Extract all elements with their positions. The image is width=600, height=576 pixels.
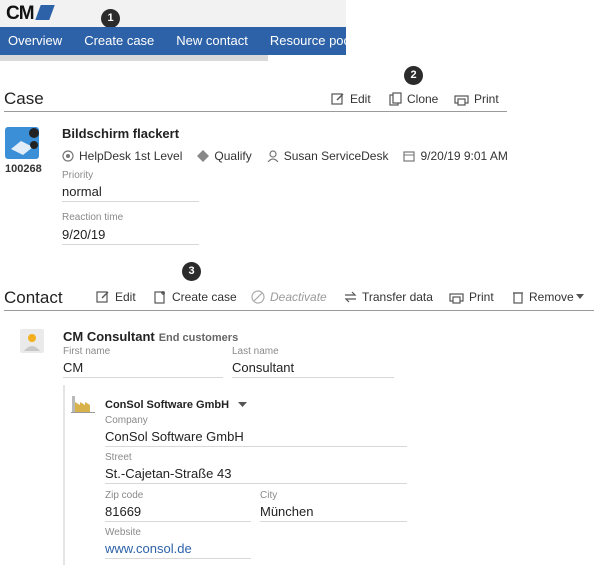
clone-icon <box>389 92 402 106</box>
contact-name[interactable]: CM Consultant End customers <box>63 329 238 344</box>
contact-edit-button[interactable]: Edit <box>96 290 136 304</box>
company-label: Company <box>105 415 148 426</box>
case-date-label: 9/20/19 9:01 AM <box>420 149 508 163</box>
case-section-title: Case <box>4 89 44 108</box>
contact-remove-button[interactable]: Remove <box>512 290 584 304</box>
chevron-down-icon[interactable] <box>238 402 248 408</box>
user-icon <box>267 150 279 162</box>
nav-shadow <box>0 55 268 61</box>
contact-remove-label: Remove <box>529 290 574 304</box>
case-status-label: Qualify <box>214 149 252 163</box>
reaction-time-label: Reaction time <box>62 212 124 223</box>
contact-create-case-label: Create case <box>172 290 237 304</box>
contact-edit-label: Edit <box>115 290 136 304</box>
queue-icon <box>62 150 74 162</box>
company-value[interactable]: ConSol Software GmbH <box>105 429 407 447</box>
contact-create-case-button[interactable]: Create case <box>154 290 237 304</box>
nav-overview[interactable]: Overview <box>0 27 75 55</box>
last-name-value[interactable]: Consultant <box>232 360 394 378</box>
edit-icon <box>331 93 344 105</box>
case-queue[interactable]: HelpDesk 1st Level <box>62 149 182 163</box>
case-clone-button[interactable]: Clone <box>389 92 438 106</box>
case-edit-label: Edit <box>350 92 371 106</box>
case-edit-button[interactable]: Edit <box>331 92 371 106</box>
edit-icon <box>96 291 109 303</box>
company-block-border <box>63 385 65 565</box>
chevron-down-icon <box>575 294 584 299</box>
first-name-label: First name <box>63 346 111 357</box>
trash-icon <box>513 292 523 304</box>
first-name-value[interactable]: CM <box>63 360 223 378</box>
print-icon <box>449 292 464 304</box>
person-icon <box>24 334 40 351</box>
avatar <box>20 329 44 353</box>
website-label: Website <box>105 527 141 538</box>
case-engineer-label: Susan ServiceDesk <box>283 149 389 163</box>
company-header[interactable]: ConSol Software GmbH <box>105 399 248 411</box>
priority-label: Priority <box>62 170 94 181</box>
case-engineer[interactable]: Susan ServiceDesk <box>267 149 389 163</box>
callout-badge-2: 2 <box>404 66 423 85</box>
case-queue-label: HelpDesk 1st Level <box>79 149 183 163</box>
city-label: City <box>260 490 278 501</box>
contact-print-button[interactable]: Print <box>449 290 494 304</box>
contact-section-title: Contact <box>4 288 63 307</box>
city-value[interactable]: München <box>260 504 407 522</box>
transfer-icon <box>344 291 357 303</box>
street-label: Street <box>105 452 132 463</box>
case-meta-row: HelpDesk 1st Level Qualify Susan Service… <box>62 149 523 163</box>
contact-name-text: CM Consultant <box>63 329 155 344</box>
create-case-icon <box>154 291 165 304</box>
last-name-label: Last name <box>232 346 279 357</box>
website-link[interactable]: www.consol.de <box>105 541 251 559</box>
zip-label: Zip code <box>105 490 144 501</box>
contact-print-label: Print <box>469 290 494 304</box>
nav-new-contact[interactable]: New contact <box>167 27 261 55</box>
case-clone-label: Clone <box>407 92 439 106</box>
contact-transfer-button[interactable]: Transfer data <box>344 290 433 304</box>
case-print-button[interactable]: Print <box>454 92 499 106</box>
factory-icon <box>71 392 95 414</box>
case-date: 9/20/19 9:01 AM <box>403 149 508 163</box>
contact-divider <box>4 310 594 311</box>
calendar-icon <box>403 151 416 162</box>
status-icon <box>197 150 210 162</box>
contact-group: End customers <box>158 332 239 344</box>
case-id: 100268 <box>5 163 42 175</box>
case-title[interactable]: Bildschirm flackert <box>62 126 179 141</box>
callout-badge-1: 1 <box>101 9 120 28</box>
reaction-time-value[interactable]: 9/20/19 <box>62 227 199 245</box>
contact-deactivate-button[interactable]: Deactivate <box>251 290 327 304</box>
case-print-label: Print <box>474 92 499 106</box>
contact-deactivate-label: Deactivate <box>270 290 327 304</box>
case-type-icon <box>5 127 39 159</box>
nav-create-case[interactable]: Create case <box>75 27 167 55</box>
company-header-text: ConSol Software GmbH <box>105 399 230 411</box>
zip-value[interactable]: 81669 <box>105 504 251 522</box>
nav-resource-pool[interactable]: Resource pool <box>261 27 367 55</box>
case-divider <box>4 111 507 112</box>
priority-value[interactable]: normal <box>62 184 199 202</box>
case-status[interactable]: Qualify <box>197 149 252 163</box>
street-value[interactable]: St.-Cajetan-Straße 43 <box>105 466 407 484</box>
main-nav: Overview Create case New contact Resourc… <box>0 27 354 55</box>
print-icon <box>454 94 469 106</box>
callout-badge-3: 3 <box>182 262 201 281</box>
deactivate-icon <box>251 290 265 304</box>
contact-transfer-label: Transfer data <box>362 290 433 304</box>
app-logo[interactable]: CM <box>6 3 55 25</box>
